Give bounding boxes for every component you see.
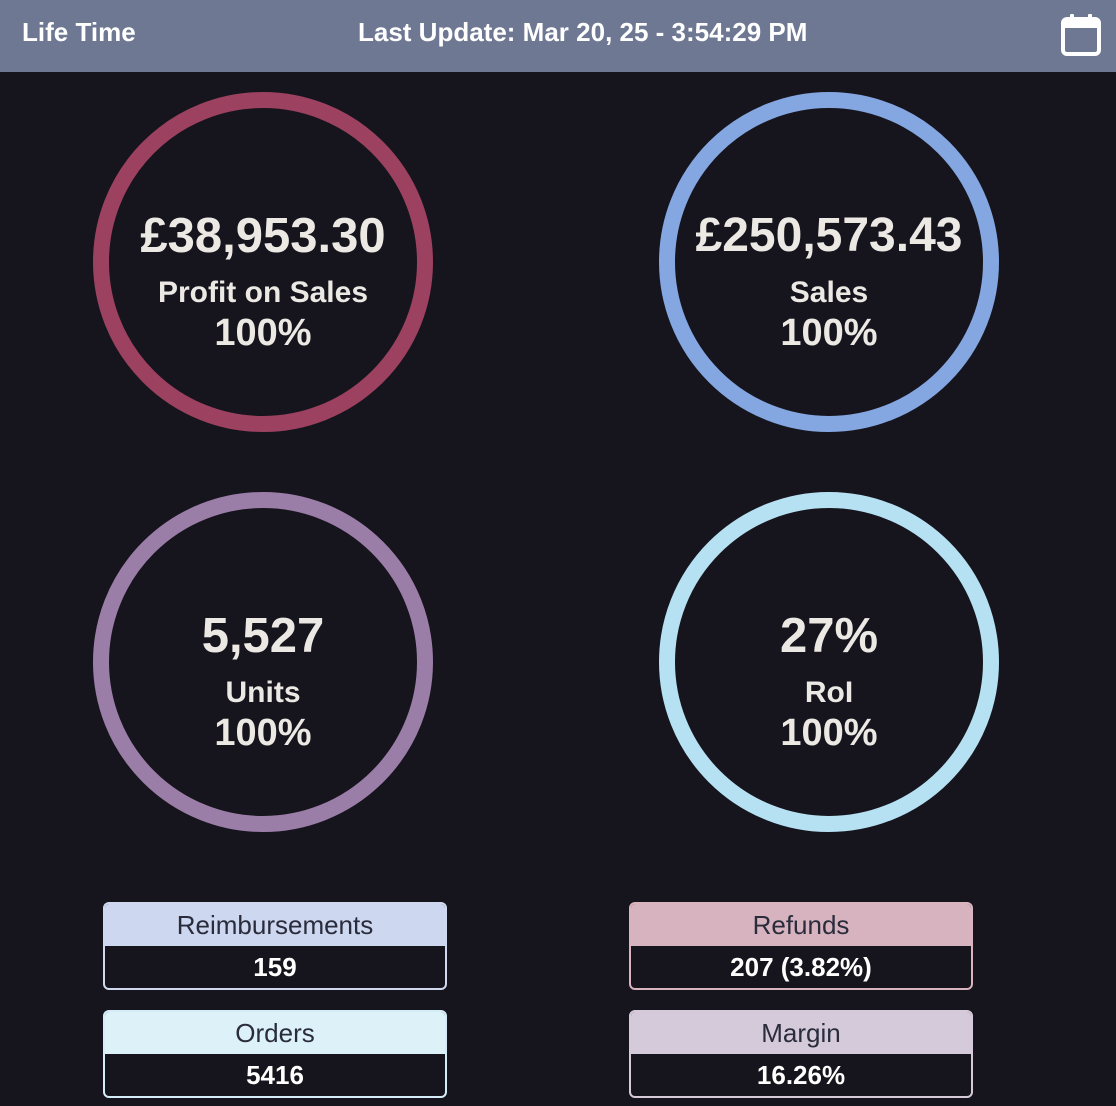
calendar-icon[interactable] xyxy=(1060,13,1102,57)
sales-label: Sales xyxy=(789,276,869,309)
period-title[interactable]: Life Time xyxy=(22,0,136,64)
units-value: 5,527 xyxy=(201,609,325,663)
orders-card[interactable]: Orders 5416 xyxy=(103,1010,447,1098)
units-percent: 100% xyxy=(214,712,312,754)
profit-percent: 100% xyxy=(214,312,312,354)
roi-label: RoI xyxy=(804,676,854,709)
orders-label: Orders xyxy=(105,1012,445,1054)
units-ring[interactable]: 5,527 Units 100% xyxy=(93,492,433,832)
profit-value: £38,953.30 xyxy=(140,209,386,263)
roi-value: 27% xyxy=(779,609,879,663)
refunds-card[interactable]: Refunds 207 (3.82%) xyxy=(629,902,973,990)
margin-card[interactable]: Margin 16.26% xyxy=(629,1010,973,1098)
units-label: Units xyxy=(225,676,301,709)
reimbursements-value: 159 xyxy=(253,952,297,982)
refunds-label: Refunds xyxy=(631,904,971,946)
refunds-value: 207 (3.82%) xyxy=(730,952,872,982)
margin-value: 16.26% xyxy=(756,1060,846,1090)
roi-percent: 100% xyxy=(780,712,878,754)
profit-label: Profit on Sales xyxy=(157,276,369,309)
reimbursements-card[interactable]: Reimbursements 159 xyxy=(103,902,447,990)
sales-percent: 100% xyxy=(780,312,878,354)
top-bar: Life Time Last Update: Mar 20, 25 - 3:54… xyxy=(0,0,1116,72)
reimbursements-label: Reimbursements xyxy=(105,904,445,946)
roi-ring[interactable]: 27% RoI 100% xyxy=(659,492,999,832)
sales-ring[interactable]: £250,573.43 Sales 100% xyxy=(659,92,999,432)
sales-value: £250,573.43 xyxy=(695,209,963,262)
last-update-text: Last Update: Mar 20, 25 - 3:54:29 PM xyxy=(358,17,808,47)
orders-value: 5416 xyxy=(246,1060,304,1090)
margin-label: Margin xyxy=(631,1012,971,1054)
profit-on-sales-ring[interactable]: £38,953.30 Profit on Sales 100% xyxy=(93,92,433,432)
